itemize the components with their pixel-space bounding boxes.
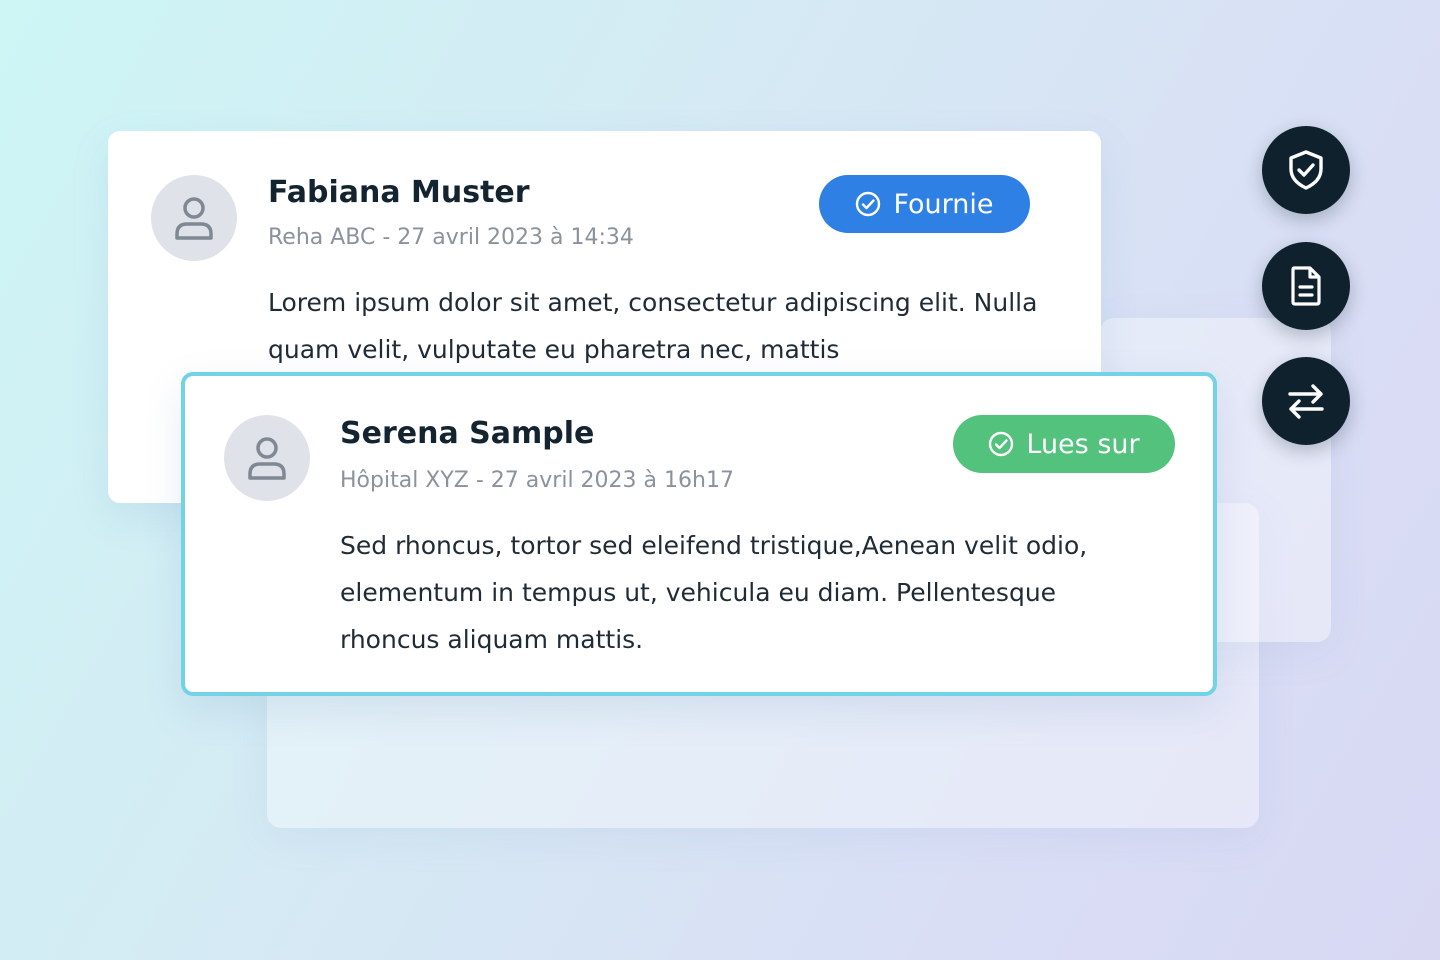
sender-name: Serena Sample [340, 416, 595, 451]
swap-arrows-icon [1288, 384, 1324, 419]
status-badge: Lues sur [953, 415, 1175, 473]
status-label: Fournie [893, 188, 994, 220]
sender-name: Fabiana Muster [268, 175, 530, 210]
user-icon [175, 197, 213, 240]
message-card-serena[interactable]: Serena Sample Hôpital XYZ - 27 avril 202… [181, 372, 1217, 696]
message-body: Sed rhoncus, tortor sed eleifend tristiq… [340, 531, 1088, 654]
document-icon [1291, 266, 1321, 306]
status-label: Lues sur [1026, 428, 1140, 460]
shield-check-icon [1289, 150, 1323, 190]
avatar [151, 175, 237, 261]
check-circle-icon [989, 431, 1014, 457]
message-meta: Hôpital XYZ - 27 avril 2023 à 16h17 [340, 468, 734, 493]
transfer-button[interactable] [1262, 357, 1350, 445]
avatar [224, 415, 310, 501]
user-icon [248, 437, 286, 480]
check-circle-icon [856, 191, 881, 217]
document-button[interactable] [1262, 242, 1350, 330]
security-button[interactable] [1262, 126, 1350, 214]
message-meta: Reha ABC - 27 avril 2023 à 14:34 [268, 225, 634, 250]
message-body: Lorem ipsum dolor sit amet, consectetur … [268, 288, 1038, 364]
status-badge: Fournie [819, 175, 1030, 233]
